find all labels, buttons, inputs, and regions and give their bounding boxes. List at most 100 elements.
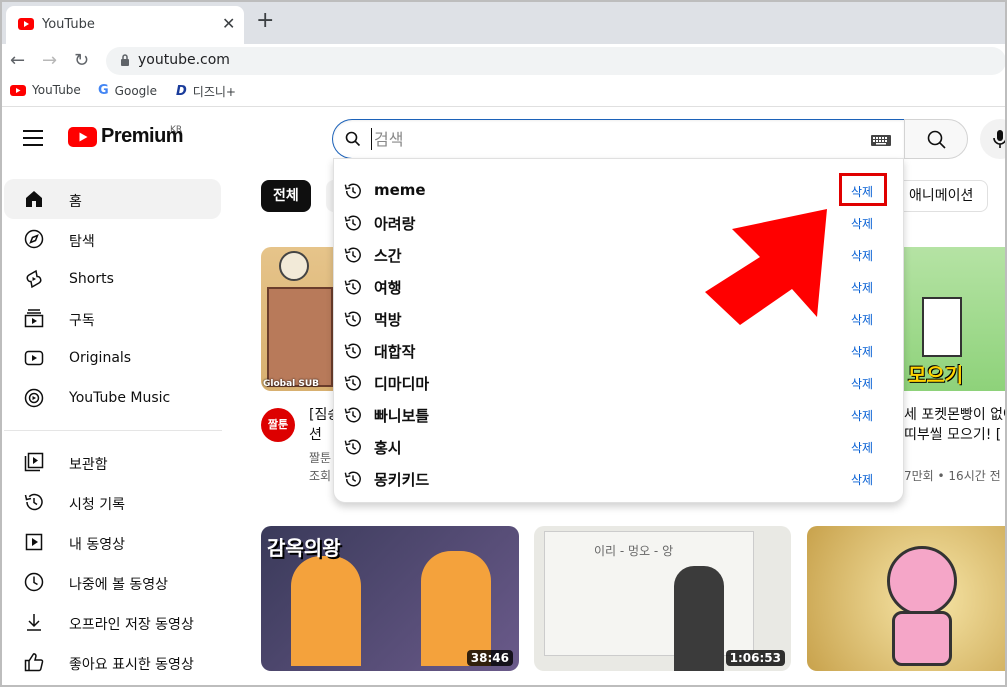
history-icon: [344, 279, 361, 295]
channel-name[interactable]: 짤툰: [309, 449, 331, 466]
thumbnail-art: [279, 251, 309, 281]
video-thumbnail[interactable]: Global SUB: [261, 247, 333, 391]
video-meta: 조회: [309, 469, 332, 483]
suggestion-text: 아려랑: [374, 215, 416, 233]
video-thumbnail[interactable]: [807, 526, 1005, 671]
suggestion-item[interactable]: 대합작 삭제: [334, 335, 903, 367]
tab-close-icon[interactable]: ✕: [222, 14, 235, 33]
thumbnail-art: [922, 297, 962, 357]
chip-animation[interactable]: 애니메이션: [894, 180, 989, 212]
video-thumbnail[interactable]: 모으기: [902, 247, 1005, 391]
sidebar-item-watch-later[interactable]: 나중에 볼 동영상: [4, 562, 221, 602]
menu-icon[interactable]: [23, 130, 43, 151]
delete-suggestion-link[interactable]: 삭제: [851, 215, 873, 232]
bookmark-disney-plus[interactable]: D 디즈니+: [176, 83, 236, 100]
url-field[interactable]: youtube.com: [106, 47, 1005, 75]
microphone-icon: [993, 130, 1005, 148]
delete-suggestion-link[interactable]: 삭제: [851, 439, 873, 456]
bookmark-google[interactable]: G Google: [98, 83, 157, 98]
delete-suggestion-link[interactable]: 삭제: [851, 279, 873, 296]
browser-tab[interactable]: YouTube ✕: [6, 6, 244, 44]
youtube-premium-logo[interactable]: Premium: [68, 125, 184, 148]
sidebar-item-label: 구독: [69, 313, 95, 329]
bookmarks-bar: YouTube G Google D 디즈니+: [2, 77, 1005, 107]
video-meta: 7만회 • 16시간 전: [904, 469, 1001, 483]
suggestion-text: 먹방: [374, 311, 402, 329]
chip-all[interactable]: 전체: [261, 180, 311, 212]
suggestion-item[interactable]: meme 삭제: [334, 175, 903, 207]
forward-arrow-icon[interactable]: →: [42, 50, 57, 71]
video-title[interactable]: 션: [309, 424, 322, 444]
screenshot-frame: YouTube ✕ + ← → ↻ youtube.com YouTube G …: [0, 0, 1007, 687]
sidebar-item-label: 홈: [69, 194, 82, 210]
history-icon: [344, 343, 361, 359]
highlight-box: [839, 173, 887, 206]
video-duration: 1:06:53: [725, 650, 785, 666]
sidebar-item-library[interactable]: 보관함: [4, 442, 221, 482]
thumbnail-art: [421, 551, 491, 666]
whiteboard-text: 이리 - 멍오 - 앙: [594, 544, 674, 558]
keyboard-icon[interactable]: [871, 135, 891, 146]
library-icon: [24, 452, 44, 472]
delete-suggestion-link[interactable]: 삭제: [851, 407, 873, 424]
video-thumbnail[interactable]: 감옥의왕 38:46: [261, 526, 519, 671]
video-thumbnail[interactable]: 이리 - 멍오 - 앙 1:06:53: [534, 526, 791, 671]
shorts-icon: [26, 269, 42, 289]
suggestion-item[interactable]: 홍시 삭제: [334, 431, 903, 463]
music-icon: [24, 388, 44, 408]
browser-address-bar: ← → ↻ youtube.com: [2, 44, 1005, 77]
history-icon: [344, 471, 361, 487]
delete-suggestion-link[interactable]: 삭제: [851, 471, 873, 488]
video-title[interactable]: 세 포켓몬빵이 없어: [904, 404, 1005, 424]
history-icon: [344, 183, 361, 199]
sidebar-item-label: 내 동영상: [69, 537, 125, 553]
sidebar-item-label: 탐색: [69, 234, 95, 250]
search-input[interactable]: [371, 128, 851, 150]
history-icon: [344, 247, 361, 263]
sidebar-item-label: 보관함: [69, 457, 108, 473]
my-videos-icon: [25, 533, 43, 551]
sidebar-item-downloads[interactable]: 오프라인 저장 동영상: [4, 602, 221, 642]
search-button[interactable]: [904, 119, 968, 159]
suggestion-text: 홍시: [374, 439, 402, 457]
bookmark-label: YouTube: [32, 83, 81, 97]
suggestion-item[interactable]: 몽키키드 삭제: [334, 463, 903, 495]
new-tab-icon[interactable]: +: [256, 10, 274, 32]
sidebar-divider: [4, 430, 222, 431]
delete-suggestion-link[interactable]: 삭제: [851, 311, 873, 328]
search-icon: [345, 131, 361, 147]
channel-avatar[interactable]: 짤툰: [261, 408, 295, 442]
sidebar-item-label: YouTube Music: [69, 390, 171, 406]
suggestion-item[interactable]: 빠니보틀 삭제: [334, 399, 903, 431]
suggestion-text: 몽키키드: [374, 471, 430, 489]
sidebar-item-history[interactable]: 시청 기록: [4, 482, 221, 522]
search-box: [332, 119, 904, 159]
video-title[interactable]: 띠부씰 모으기! [: [904, 424, 1001, 444]
delete-suggestion-link[interactable]: 삭제: [851, 247, 873, 264]
like-icon: [24, 653, 44, 672]
search-icon: [927, 130, 946, 149]
delete-suggestion-link[interactable]: 삭제: [851, 375, 873, 392]
region-label: KR: [170, 125, 183, 135]
youtube-logo-icon: [68, 126, 97, 147]
sidebar-item-liked-videos[interactable]: 좋아요 표시한 동영상: [4, 642, 221, 682]
sidebar-item-youtube-music[interactable]: YouTube Music: [4, 378, 221, 418]
bookmark-youtube[interactable]: YouTube: [10, 83, 81, 97]
suggestion-text: 대합작: [374, 343, 416, 361]
sidebar-item-my-videos[interactable]: 내 동영상: [4, 522, 221, 562]
sidebar-item-shorts[interactable]: Shorts: [4, 259, 221, 299]
sidebar-item-subscriptions[interactable]: 구독: [4, 298, 221, 338]
suggestion-text: meme: [374, 181, 426, 199]
delete-suggestion-link[interactable]: 삭제: [851, 343, 873, 360]
sidebar-item-originals[interactable]: Originals: [4, 338, 221, 378]
back-arrow-icon[interactable]: ←: [10, 50, 25, 71]
history-icon: [344, 311, 361, 327]
sidebar-item-home[interactable]: 홈: [4, 179, 221, 219]
reload-icon[interactable]: ↻: [74, 50, 89, 71]
compass-icon: [24, 229, 44, 249]
download-icon: [27, 614, 41, 631]
sidebar-item-explore[interactable]: 탐색: [4, 219, 221, 259]
suggestion-item[interactable]: 디마디마 삭제: [334, 367, 903, 399]
thumbnail-art: [892, 611, 952, 666]
voice-search-button[interactable]: [980, 119, 1005, 159]
